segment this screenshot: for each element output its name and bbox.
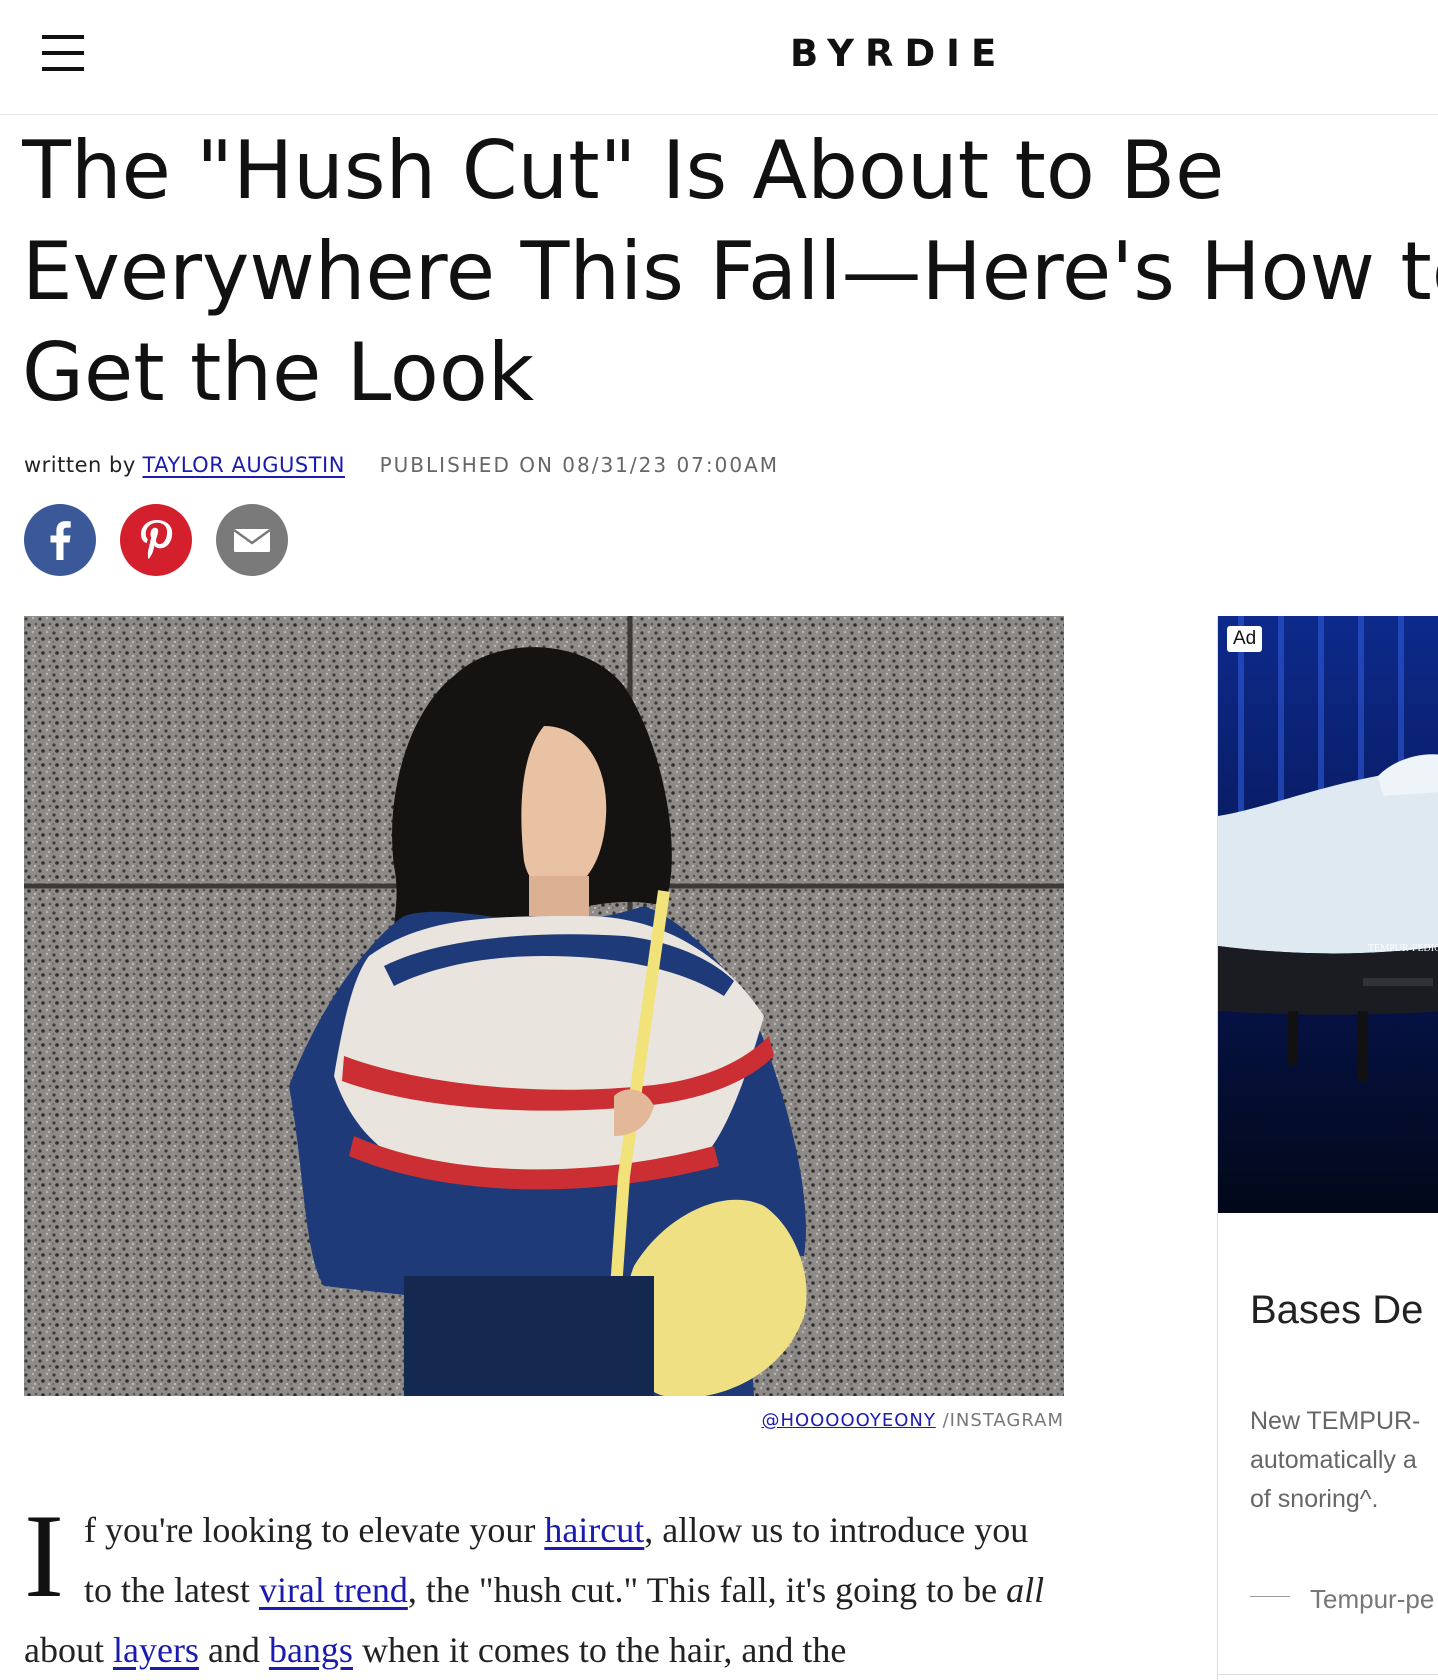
photo-credit-link[interactable]: @HOOOOOYEONY: [761, 1410, 935, 1431]
hero-image: [24, 616, 1064, 1396]
ad-bed-image: TEMPUR-PEDIC: [1218, 616, 1438, 1213]
ad-sponsor[interactable]: Tempur-pe: [1250, 1584, 1434, 1615]
article-body: If you're looking to elevate your haircu…: [24, 1489, 1064, 1680]
drop-cap: I: [24, 1489, 64, 1622]
woman-in-sweater-photo: [24, 616, 1064, 1396]
sidebar-ad[interactable]: TEMPUR-PEDIC Ad: [1217, 616, 1438, 1680]
author-link[interactable]: TAYLOR AUGUSTIN: [142, 453, 344, 477]
haircut-link[interactable]: haircut: [544, 1510, 644, 1550]
email-share-button[interactable]: [216, 504, 288, 576]
image-caption: @HOOOOOYEONY /INSTAGRAM: [24, 1408, 1064, 1434]
published-date: PUBLISHED ON 08/31/23 07:00AM: [379, 453, 780, 477]
site-logo[interactable]: BYRDIE: [790, 32, 1050, 76]
menu-bar: [42, 51, 84, 55]
written-by-label: written by: [24, 453, 136, 477]
menu-bar: [42, 35, 84, 39]
facebook-share-button[interactable]: [24, 504, 96, 576]
hamburger-menu-icon[interactable]: [42, 33, 84, 73]
body-text: , the "hush cut." This fall, it's going …: [407, 1570, 1007, 1610]
viral-trend-link[interactable]: viral trend: [259, 1570, 408, 1610]
menu-bar: [42, 67, 84, 71]
body-text: and: [198, 1630, 269, 1670]
ad-divider: [1217, 1674, 1438, 1675]
title-line: Everywhere This Fall—Here's How to: [22, 225, 1438, 318]
title-line: The "Hush Cut" Is About to Be: [22, 124, 1225, 217]
article-title: The "Hush Cut" Is About to Be Everywhere…: [22, 120, 1438, 423]
site-header: BYRDIE: [0, 0, 1438, 115]
facebook-icon: [50, 521, 71, 560]
pinterest-icon: [141, 520, 173, 559]
email-icon: [233, 528, 271, 552]
byline: written by TAYLOR AUGUSTIN PUBLISHED ON …: [24, 450, 779, 480]
ad-description: New TEMPUR- automatically a of snoring^.: [1250, 1407, 1421, 1513]
bangs-link[interactable]: bangs: [269, 1630, 353, 1670]
pinterest-share-button[interactable]: [120, 504, 192, 576]
sponsor-logo-icon: [1250, 1595, 1290, 1607]
ad-product-label: TEMPUR-PEDIC: [1368, 943, 1438, 954]
body-text: when it comes to the hair, and the: [352, 1630, 847, 1670]
ad-headline[interactable]: Bases De: [1250, 1288, 1423, 1333]
title-line: Get the Look: [22, 326, 535, 419]
layers-link[interactable]: layers: [113, 1630, 199, 1670]
emphasis-all: all: [1006, 1570, 1045, 1610]
ad-sponsor-name: Tempur-pe: [1310, 1584, 1435, 1614]
body-text: f you're looking to elevate your: [83, 1510, 545, 1550]
photo-source: /INSTAGRAM: [942, 1410, 1064, 1431]
ad-badge: Ad: [1227, 626, 1263, 652]
body-text: about: [24, 1630, 113, 1670]
